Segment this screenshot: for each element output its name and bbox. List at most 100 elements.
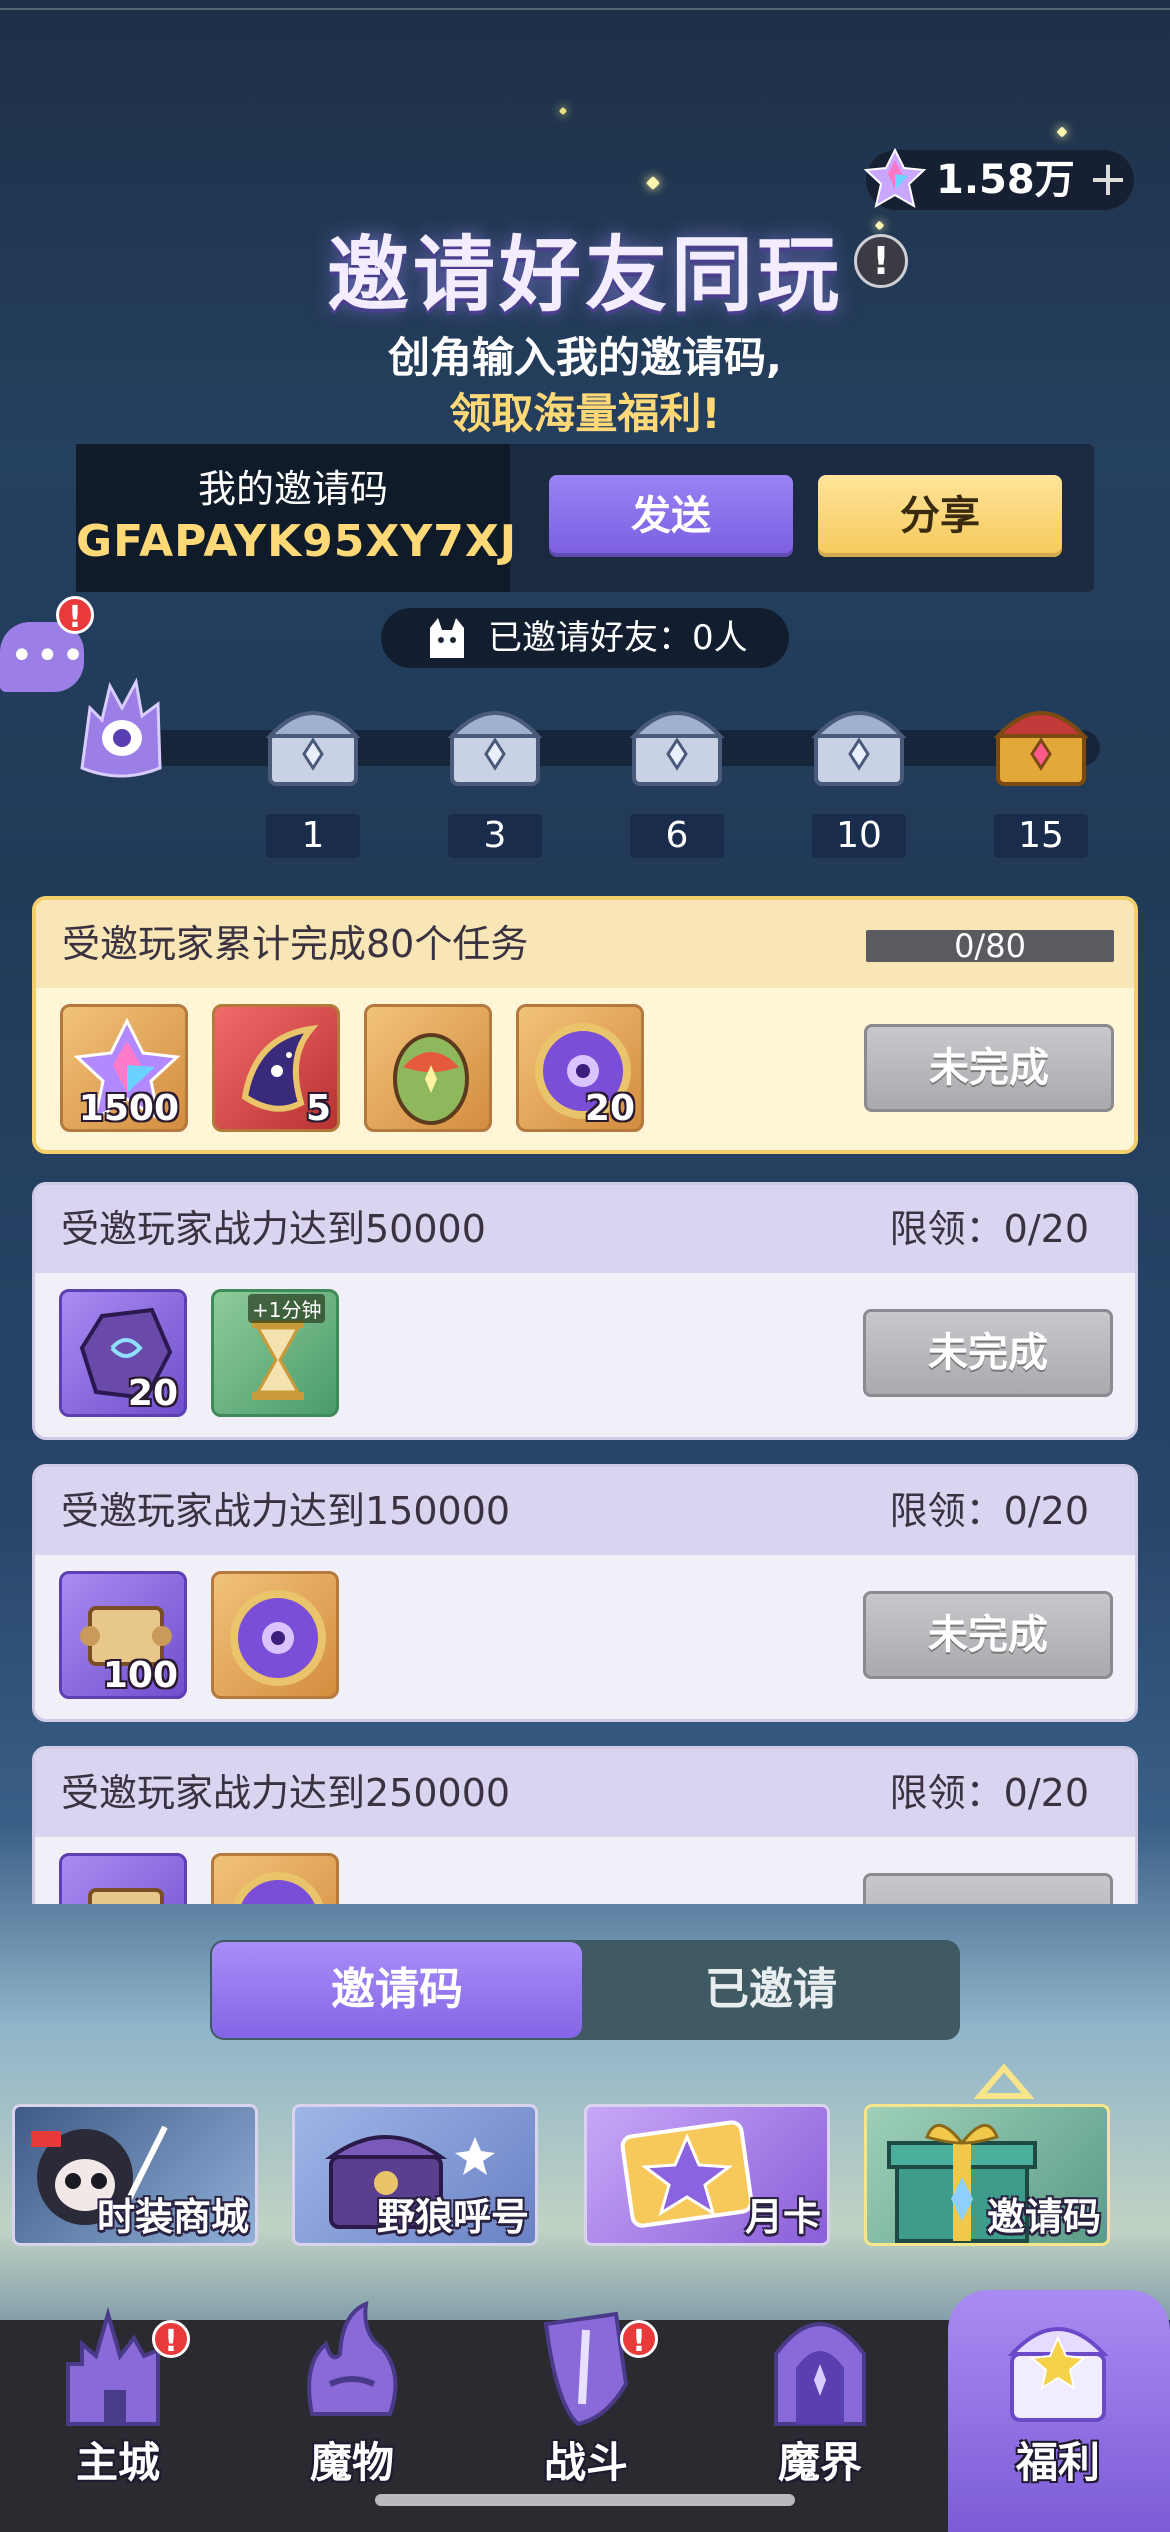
nav-label: 福利	[1015, 2438, 1100, 2487]
tab-invited[interactable]: 已邀请	[584, 1942, 958, 2038]
nav-item-monsters[interactable]: 魔物	[262, 2290, 442, 2490]
incomplete-button[interactable]	[863, 1873, 1113, 1904]
reward-count: 1500	[78, 1088, 179, 1129]
task-card-body	[35, 1837, 1135, 1904]
task-card: 受邀玩家战力达到150000 限领：0/20 100 未完成	[32, 1464, 1138, 1722]
task-progress-bar: 0/80	[866, 930, 1114, 962]
task-list[interactable]: 受邀玩家累计完成80个任务 0/80 1500 5 20 未完成 受邀玩家战力达…	[32, 896, 1138, 1904]
invite-code-label: 我的邀请码	[197, 467, 388, 511]
reward-item[interactable]	[59, 1853, 187, 1904]
nav-label: 魔物	[309, 2438, 394, 2487]
task-card-header: 受邀玩家战力达到50000 限领：0/20	[35, 1185, 1135, 1273]
task-card: 受邀玩家战力达到50000 限领：0/20 20 +1分钟 未完成	[32, 1182, 1138, 1440]
reward-item[interactable]: 5	[212, 1004, 340, 1132]
shortcut-label: 野狼呼号	[376, 2195, 529, 2239]
shortcut-fashion-store[interactable]: 时装商城	[12, 2104, 258, 2246]
send-button[interactable]: 发送	[549, 475, 793, 557]
shortcut-label: 时装商城	[96, 2195, 249, 2239]
nav-label: 主城	[75, 2438, 160, 2487]
reward-tag: +1分钟	[248, 1294, 326, 1323]
top-edge-line	[0, 8, 1170, 10]
invited-count-text: 已邀请好友：0人	[488, 618, 748, 658]
invite-code-value[interactable]: GFAPAYK95XY7XJ	[76, 516, 516, 567]
shortcut-wolf-howl[interactable]: 野狼呼号	[292, 2104, 538, 2246]
incomplete-button[interactable]: 未完成	[863, 1309, 1113, 1397]
task-title: 受邀玩家累计完成80个任务	[62, 922, 529, 966]
demon-realm-portal-icon	[774, 2322, 866, 2426]
monster-flame-icon	[307, 2300, 398, 2416]
reward-count: 5	[305, 1088, 331, 1129]
task-card: 受邀玩家累计完成80个任务 0/80 1500 5 20 未完成	[32, 896, 1138, 1154]
castle-icon	[66, 2306, 160, 2426]
nav-label: 战斗	[543, 2438, 628, 2487]
scroll-icon	[88, 1888, 164, 1904]
sparkle-icon	[558, 106, 568, 116]
purple-rune-coin-icon	[232, 1872, 324, 1904]
incomplete-button[interactable]: 未完成	[864, 1024, 1114, 1112]
nav-notification-badge: !	[620, 2320, 658, 2359]
selected-indicator-arrow-icon	[974, 2063, 1034, 2099]
claim-limit-text: 限领：0/20	[889, 1771, 1089, 1815]
sparkle-icon	[1056, 126, 1068, 138]
nav-label: 魔界	[777, 2438, 862, 2487]
milestone-count: 10	[812, 814, 906, 858]
task-card-body: 1500 5 20 未完成	[36, 988, 1134, 1150]
add-currency-button[interactable]: +	[1082, 150, 1134, 210]
sparkle-icon	[645, 175, 661, 191]
currency-value: 1.58万	[936, 157, 1075, 203]
page-title: 邀请好友同玩	[326, 228, 843, 323]
claim-limit-text: 限领：0/20	[889, 1207, 1089, 1251]
reward-item[interactable]: 1500	[60, 1004, 188, 1132]
claim-limit-text: 限领：0/20	[889, 1489, 1089, 1533]
subtitle-line-2: 领取海量福利!	[449, 389, 721, 438]
silver-chest-icon[interactable]	[804, 690, 914, 790]
share-button[interactable]: 分享	[818, 475, 1062, 557]
subtitle-line-1: 创角输入我的邀请码,	[388, 333, 782, 382]
nav-item-main-city[interactable]: 主城	[28, 2290, 208, 2490]
reward-count: 20	[127, 1373, 178, 1414]
task-card: 受邀玩家战力达到250000 限领：0/20	[32, 1746, 1138, 1904]
info-button[interactable]: !	[854, 234, 908, 288]
task-title: 受邀玩家战力达到150000	[61, 1489, 511, 1533]
reward-item[interactable]: 100	[59, 1571, 187, 1699]
nav-item-demon-realm[interactable]: 魔界	[730, 2290, 910, 2490]
reward-count: 20	[584, 1088, 635, 1129]
task-card-body: 100 未完成	[35, 1555, 1135, 1719]
task-card-header: 受邀玩家战力达到250000 限领：0/20	[35, 1749, 1135, 1837]
shortcut-monthly-card[interactable]: 月卡	[584, 2104, 830, 2246]
tab-invite-code[interactable]: 邀请码	[212, 1942, 582, 2038]
task-card-header: 受邀玩家累计完成80个任务 0/80	[36, 900, 1134, 988]
nav-notification-badge: !	[152, 2320, 190, 2359]
task-title: 受邀玩家战力达到50000	[61, 1207, 486, 1251]
task-card-body: 20 +1分钟 未完成	[35, 1273, 1135, 1437]
gold-chest-icon[interactable]	[986, 690, 1096, 790]
silver-chest-icon[interactable]	[258, 690, 368, 790]
nav-item-welfare[interactable]: 福利	[968, 2290, 1148, 2490]
reward-count: 100	[102, 1655, 178, 1696]
silver-chest-icon[interactable]	[440, 690, 550, 790]
reward-item[interactable]	[364, 1004, 492, 1132]
home-indicator[interactable]	[375, 2494, 795, 2506]
shortcut-label: 邀请码	[986, 2195, 1101, 2239]
star-crystal-icon	[863, 147, 927, 209]
sword-shield-icon	[543, 2311, 629, 2427]
milestone-count: 15	[994, 814, 1088, 858]
milestone-count: 6	[630, 814, 724, 858]
task-title: 受邀玩家战力达到250000	[61, 1771, 511, 1815]
silver-chest-icon[interactable]	[622, 690, 732, 790]
shortcut-invite-code[interactable]: 邀请码	[864, 2104, 1110, 2246]
reward-item[interactable]: 20	[516, 1004, 644, 1132]
reward-item[interactable]	[211, 1853, 339, 1904]
incomplete-button[interactable]: 未完成	[863, 1591, 1113, 1679]
reward-item[interactable]: 20	[59, 1289, 187, 1417]
cat-silhouette-icon	[430, 618, 464, 658]
milestone-count: 1	[266, 814, 360, 858]
welfare-chest-icon	[1007, 2327, 1109, 2422]
task-card-header: 受邀玩家战力达到150000 限领：0/20	[35, 1467, 1135, 1555]
reward-item[interactable]: +1分钟	[211, 1289, 339, 1417]
monster-egg-icon	[393, 1033, 469, 1125]
reward-item[interactable]	[211, 1571, 339, 1699]
chat-notification-badge: !	[56, 596, 94, 635]
shortcut-label: 月卡	[744, 2195, 821, 2239]
nav-item-battle[interactable]: 战斗	[496, 2290, 676, 2490]
